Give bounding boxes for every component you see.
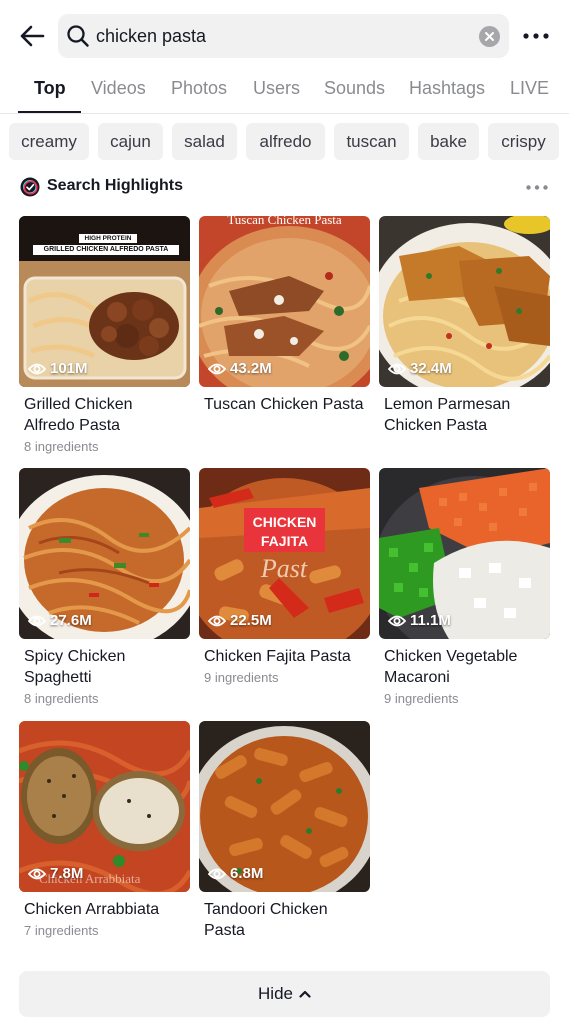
card-thumbnail: CHICKEN FAJITA Past 22.5M bbox=[199, 468, 370, 639]
eye-icon bbox=[28, 615, 46, 626]
highlight-card[interactable]: HIGH PROTEIN GRILLED CHICKEN ALFREDO PAS… bbox=[19, 216, 190, 454]
hide-button[interactable]: Hide bbox=[19, 971, 550, 1017]
active-tab-indicator bbox=[18, 111, 81, 113]
eye-icon bbox=[208, 615, 226, 626]
card-title: Tandoori Chicken Pasta bbox=[204, 901, 328, 939]
chip-bake[interactable]: bake bbox=[418, 123, 479, 160]
highlight-card[interactable]: CHICKEN FAJITA Past 22.5M Chicken Fajita… bbox=[199, 468, 370, 685]
chip-crispy[interactable]: crispy bbox=[488, 123, 559, 160]
highlights-more-button[interactable] bbox=[523, 180, 551, 194]
card-title: Chicken Vegetable Macaroni bbox=[384, 648, 518, 686]
search-header bbox=[0, 12, 569, 60]
card-title: Tuscan Chicken Pasta bbox=[204, 396, 364, 413]
view-count: 43.2M bbox=[208, 360, 272, 377]
highlight-card[interactable]: Chicken Arrabbiata 7.8M Chicken Arrabbia… bbox=[19, 721, 190, 938]
card-thumbnail: 6.8M bbox=[199, 721, 370, 892]
thumbnail-caption: FAJITA bbox=[260, 533, 309, 549]
highlight-card[interactable]: 32.4M Lemon Parmesan Chicken Pasta bbox=[379, 216, 550, 439]
chip-tuscan[interactable]: tuscan bbox=[334, 123, 409, 160]
clear-search-button[interactable] bbox=[479, 26, 500, 47]
chip-salad[interactable]: salad bbox=[172, 123, 237, 160]
thumbnail-caption: CHICKEN bbox=[252, 514, 317, 530]
view-count: 11.1M bbox=[388, 612, 451, 629]
card-thumbnail: HIGH PROTEIN GRILLED CHICKEN ALFREDO PAS… bbox=[19, 216, 190, 387]
card-ingredients: 9 ingredients bbox=[204, 670, 279, 685]
clear-icon bbox=[485, 32, 494, 41]
card-thumbnail: 11.1M bbox=[379, 468, 550, 639]
tab-top[interactable]: Top bbox=[34, 78, 66, 99]
thumbnail-caption: Tuscan Chicken Pasta bbox=[227, 216, 342, 227]
highlight-card[interactable]: 6.8M Tandoori Chicken Pasta bbox=[199, 721, 370, 944]
back-button[interactable] bbox=[16, 22, 48, 50]
view-count: 27.6M bbox=[28, 612, 92, 629]
eye-icon bbox=[28, 868, 46, 879]
eye-icon bbox=[388, 615, 406, 626]
thumbnail-caption: Past bbox=[260, 554, 308, 583]
eye-icon bbox=[208, 868, 226, 879]
suggestion-chips: creamy cajun salad alfredo tuscan bake c… bbox=[0, 123, 569, 161]
highlight-card[interactable]: Tuscan Chicken Pasta 43.2M Tuscan Chicke… bbox=[199, 216, 370, 418]
view-count: 22.5M bbox=[208, 612, 272, 629]
view-count: 6.8M bbox=[208, 865, 263, 882]
card-ingredients: 7 ingredients bbox=[24, 923, 99, 938]
highlight-card[interactable]: 11.1M Chicken Vegetable Macaroni 9 ingre… bbox=[379, 468, 550, 706]
card-ingredients: 8 ingredients bbox=[24, 439, 99, 454]
tab-photos[interactable]: Photos bbox=[171, 78, 227, 99]
more-icon bbox=[523, 33, 549, 39]
eye-icon bbox=[388, 363, 406, 374]
eye-icon bbox=[28, 363, 46, 374]
thumbnail-caption: GRILLED CHICKEN ALFREDO PASTA bbox=[43, 246, 169, 253]
eye-icon bbox=[208, 363, 226, 374]
highlights-logo-icon bbox=[20, 177, 40, 197]
more-options-button[interactable] bbox=[520, 24, 552, 48]
highlight-card[interactable]: 27.6M Spicy Chicken Spaghetti 8 ingredie… bbox=[19, 468, 190, 706]
card-title: Chicken Fajita Pasta bbox=[204, 648, 351, 665]
view-count-value: 22.5M bbox=[230, 612, 272, 629]
card-thumbnail: 32.4M bbox=[379, 216, 550, 387]
search-tabs: Top Videos Photos Users Sounds Hashtags … bbox=[0, 70, 569, 114]
card-ingredients: 9 ingredients bbox=[384, 691, 459, 706]
chip-alfredo[interactable]: alfredo bbox=[246, 123, 325, 160]
view-count: 101M bbox=[28, 360, 88, 377]
view-count-value: 27.6M bbox=[50, 612, 92, 629]
card-title: Chicken Arrabbiata bbox=[24, 901, 160, 918]
search-icon bbox=[67, 25, 89, 47]
tab-users[interactable]: Users bbox=[253, 78, 300, 99]
thumbnail-caption: HIGH PROTEIN bbox=[84, 235, 132, 242]
view-count-value: 7.8M bbox=[50, 865, 84, 882]
card-thumbnail: 27.6M bbox=[19, 468, 190, 639]
search-highlights-header: Search Highlights bbox=[0, 174, 569, 202]
view-count: 32.4M bbox=[388, 360, 452, 377]
card-ingredients: 8 ingredients bbox=[24, 691, 99, 706]
view-count-value: 101M bbox=[50, 360, 88, 377]
chip-creamy[interactable]: creamy bbox=[9, 123, 89, 160]
card-title: Spicy Chicken Spaghetti bbox=[24, 648, 126, 686]
view-count-value: 32.4M bbox=[410, 360, 452, 377]
card-title: Grilled Chicken Alfredo Pasta bbox=[24, 396, 133, 434]
search-input[interactable] bbox=[96, 14, 466, 58]
view-count-value: 11.1M bbox=[410, 612, 451, 629]
hide-button-label: Hide bbox=[258, 984, 293, 1003]
view-count: 7.8M bbox=[28, 865, 83, 882]
tab-live[interactable]: LIVE bbox=[510, 78, 549, 99]
card-title: Lemon Parmesan Chicken Pasta bbox=[384, 396, 511, 434]
tab-hashtags[interactable]: Hashtags bbox=[409, 78, 485, 99]
arrow-left-icon bbox=[20, 25, 45, 47]
view-count-value: 6.8M bbox=[230, 865, 264, 882]
tab-videos[interactable]: Videos bbox=[91, 78, 146, 99]
chip-cajun[interactable]: cajun bbox=[98, 123, 163, 160]
card-thumbnail: Chicken Arrabbiata 7.8M bbox=[19, 721, 190, 892]
more-icon bbox=[526, 184, 548, 190]
tab-sounds[interactable]: Sounds bbox=[324, 78, 385, 99]
card-thumbnail: Tuscan Chicken Pasta 43.2M bbox=[199, 216, 370, 387]
search-box[interactable] bbox=[58, 14, 509, 58]
search-highlights-title: Search Highlights bbox=[47, 177, 184, 194]
view-count-value: 43.2M bbox=[230, 360, 272, 377]
chevron-up-icon bbox=[299, 990, 311, 998]
